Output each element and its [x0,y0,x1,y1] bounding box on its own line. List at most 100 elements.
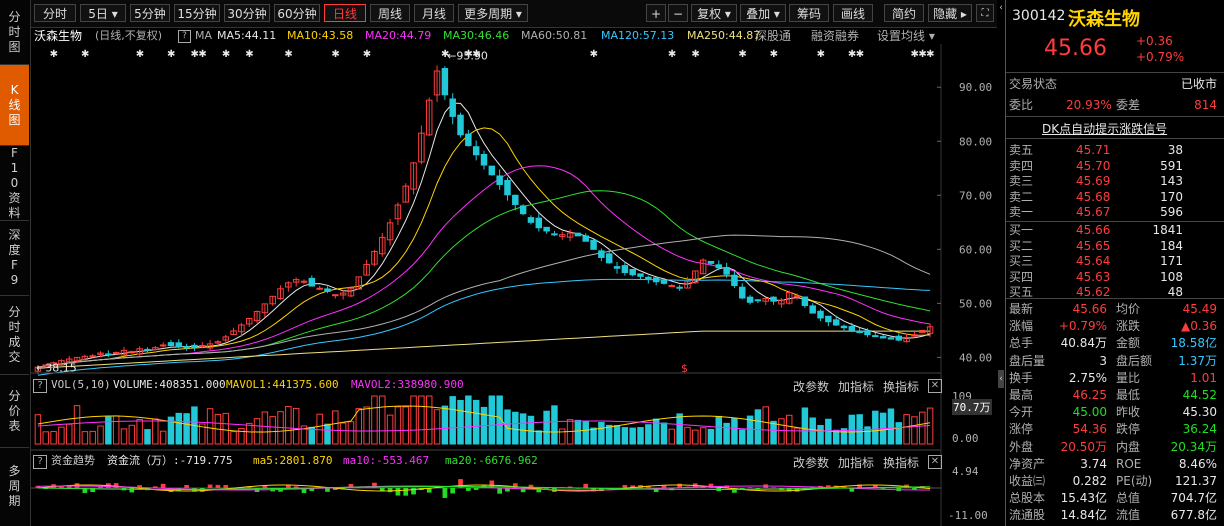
volume-bar [112,415,120,445]
legend-help-icon[interactable]: ? [178,30,191,43]
nav-fenshi[interactable]: 分时图 [0,0,29,65]
stat-row[interactable]: 最新 45.66 均价 45.49 [1006,301,1224,317]
legend-ma60: MA60:50.81 [521,29,588,42]
stat-row[interactable]: 收益㈢ 0.282 PE(动) 121.37 [1006,473,1224,489]
draw-line-button[interactable]: 画线 [833,4,873,22]
dk-signal-link[interactable]: DK点自动提示涨跌信号 [1042,120,1167,137]
volume-bar [903,414,910,445]
zoom-out-button[interactable]: − [668,4,688,22]
candle-body [887,337,895,340]
volume-bar [629,427,636,445]
nav-depth[interactable]: 深度F9 [0,221,29,296]
event-marker-icon: ✱ [770,49,778,60]
webi-label: 委比 [1009,98,1034,112]
stat-row[interactable]: 盘后量 3 盘后额 1.37万 [1006,353,1224,369]
vol-edit-params[interactable]: 改参数 [793,378,829,395]
ask-row[interactable]: 卖一 45.67 596 [1006,204,1224,220]
vol-help-icon[interactable]: ? [33,379,47,393]
period-5day[interactable]: 5日 ▾ [80,4,126,22]
volume-bar [379,395,386,445]
ask-row[interactable]: 卖五 45.71 38 [1006,142,1224,158]
bid-label: 买二 [1009,238,1034,253]
nav-price-table[interactable]: 分价表 [0,375,29,448]
panel-splitter-handle[interactable]: ‹ [998,370,1004,388]
stat-row[interactable]: 流通股 14.84亿 流值 677.8亿 [1006,507,1224,523]
link-margin[interactable]: 融资融券 [811,28,859,44]
link-set-ma[interactable]: 设置均线 ▾ [877,28,935,44]
vol-scale-bottom: 0.00 [952,432,979,445]
period-30min[interactable]: 30分钟 [224,4,270,22]
period-5min[interactable]: 5分钟 [130,4,170,22]
stat-row[interactable]: 外盘 20.50万 内盘 20.34万 [1006,439,1224,455]
stat-row[interactable]: 最高 46.25 最低 44.52 [1006,387,1224,403]
candle-body [504,179,511,196]
fullscreen-icon[interactable]: ⛶ [976,4,994,22]
period-fenshi[interactable]: 分时 [34,4,76,22]
candle-body [332,294,339,297]
flow-edit-params[interactable]: 改参数 [793,454,829,471]
event-marker-icon: ✱ [738,49,746,60]
link-hk-connect[interactable]: 深股通 [755,28,791,44]
ask-price: 45.71 [1076,143,1111,157]
bid-price: 45.65 [1076,238,1111,253]
collapse-panel-icon[interactable]: ‹ [998,0,1004,16]
period-15min[interactable]: 15分钟 [174,4,220,22]
chips-button[interactable]: 筹码 [789,4,829,22]
bid-row[interactable]: 买一 45.66 1841 [1006,222,1224,238]
candle-body [175,342,183,348]
nav-trades[interactable]: 分时成交 [0,296,29,375]
stat-row[interactable]: 涨停 54.36 跌停 36.24 [1006,421,1224,437]
nav-multi-period[interactable]: 多周期 [0,448,29,525]
ask-row[interactable]: 卖二 45.68 170 [1006,189,1224,205]
period-more[interactable]: 更多周期 ▾ [458,4,528,22]
ma20-line [37,165,931,368]
stat-row[interactable]: 换手 2.75% 量比 1.01 [1006,370,1224,386]
volume-bar [551,405,558,445]
flow-bar [880,488,886,489]
volume-bar [97,425,104,445]
flow-help-icon[interactable]: ? [33,455,47,469]
volume-bar [582,421,589,445]
vol-change-indicator[interactable]: 换指标 [883,378,919,395]
ask-row[interactable]: 卖四 45.70 591 [1006,158,1224,174]
simple-button[interactable]: 简约 [884,4,924,22]
volume-bar [543,410,550,445]
hide-button[interactable]: 隐藏 ▸ [928,4,972,22]
stat-row[interactable]: 净资产 3.74 ROE 8.46% [1006,456,1224,472]
volume-bar [739,429,746,445]
period-monthly[interactable]: 月线 [414,4,454,22]
stat-row[interactable]: 总股本 15.43亿 总值 704.7亿 [1006,490,1224,506]
stat-label: 涨跌 [1116,319,1141,334]
bid-row[interactable]: 买四 45.63 108 [1006,269,1224,285]
stat-value: 3 [1099,353,1107,368]
adjust-button[interactable]: 复权 ▾ [691,4,737,22]
stat-row[interactable]: 涨幅 +0.79% 涨跌 ▲0.36 [1006,318,1224,334]
flow-bar [160,483,166,488]
volume-bar [206,408,214,445]
candle-body [441,68,449,96]
flow-bar [473,488,479,490]
flow-bar [113,483,119,488]
bid-row[interactable]: 买二 45.65 184 [1006,238,1224,254]
flow-change-indicator[interactable]: 换指标 [883,454,919,471]
nav-kline[interactable]: K线图 [0,65,29,146]
bid-row[interactable]: 买三 45.64 171 [1006,253,1224,269]
overlay-button[interactable]: 叠加 ▾ [740,4,786,22]
period-weekly[interactable]: 周线 [370,4,410,22]
flow-add-indicator[interactable]: 加指标 [838,454,874,471]
stat-label: 最新 [1009,302,1034,316]
period-60min[interactable]: 60分钟 [274,4,320,22]
candle-body [598,250,605,258]
period-daily[interactable]: 日线 [324,4,366,22]
ask-row[interactable]: 卖三 45.69 143 [1006,173,1224,189]
zoom-in-button[interactable]: + [646,4,666,22]
stat-row[interactable]: 总手 40.84万 金额 18.58亿 [1006,335,1224,351]
vol-add-indicator[interactable]: 加指标 [838,378,874,395]
legend-ma5: MA5:44.11 [217,29,277,42]
nav-f10[interactable]: F10资料 [0,146,29,221]
stat-row[interactable]: 今开 45.00 昨收 45.30 [1006,404,1224,420]
stat-value: 45.49 [1182,302,1217,316]
vol-close-icon[interactable]: ✕ [928,379,942,393]
flow-close-icon[interactable]: ✕ [928,455,942,469]
volume-bar [637,427,644,445]
